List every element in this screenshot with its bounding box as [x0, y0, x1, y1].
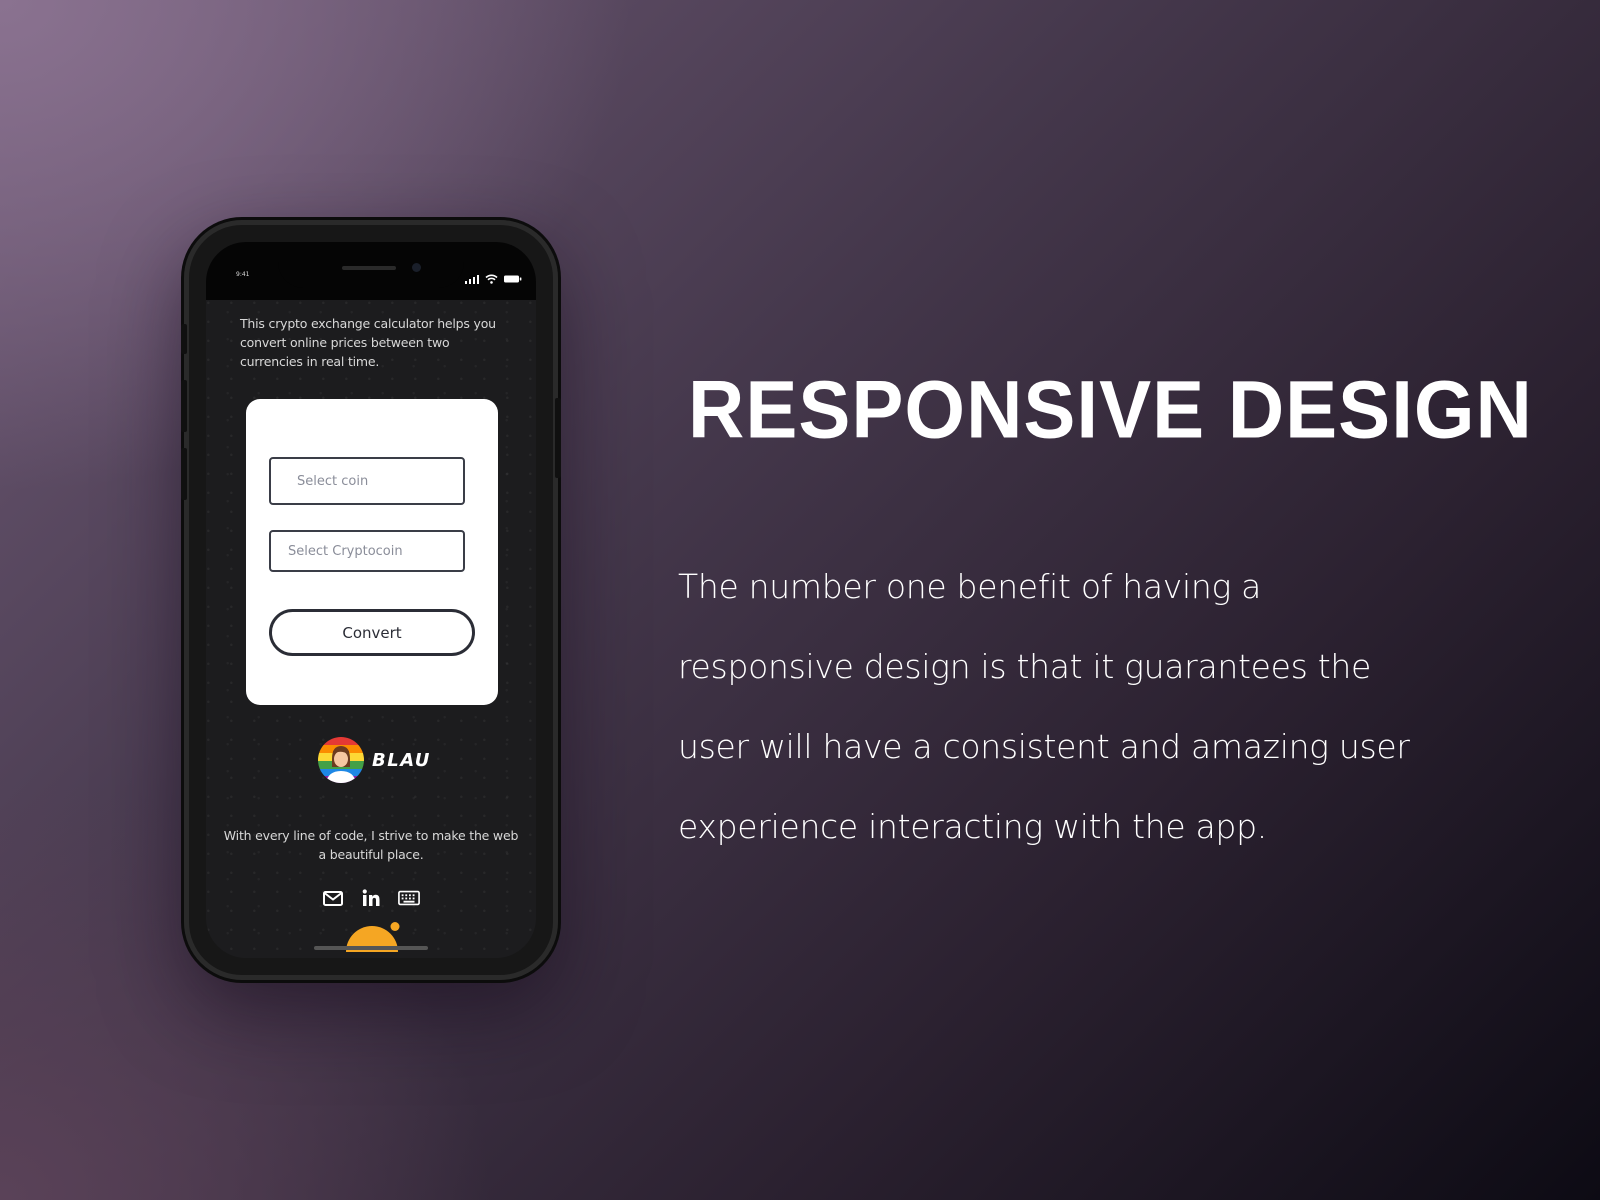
linkedin-icon[interactable]	[360, 888, 382, 908]
home-indicator	[314, 946, 428, 950]
mail-icon[interactable]	[322, 888, 344, 908]
signal-icon	[465, 274, 479, 284]
status-icons	[465, 274, 522, 284]
volume-up-button	[181, 380, 187, 432]
intro-text: This crypto exchange calculator helps yo…	[240, 316, 496, 369]
converter-card: Select coin Select Cryptocoin Convert	[246, 399, 498, 705]
convert-button[interactable]: Convert	[269, 609, 475, 656]
select-coin-field[interactable]: Select coin	[269, 457, 465, 505]
status-bar: 9:41	[206, 242, 536, 300]
volume-down-button	[181, 448, 187, 500]
battery-icon	[504, 275, 522, 283]
brand-logo[interactable]: BLAU	[318, 737, 431, 783]
phone-screen: 9:41 This crypto exchange calculator hel…	[206, 242, 536, 958]
notch	[278, 242, 464, 288]
speaker	[342, 266, 396, 270]
front-camera	[412, 263, 421, 272]
brand-name: BLAU	[372, 749, 431, 771]
headline: RESPONSIVE DESIGN	[688, 363, 1533, 456]
select-cryptocoin-field[interactable]: Select Cryptocoin	[269, 530, 465, 572]
avatar	[318, 737, 364, 783]
status-time: 9:41	[236, 271, 250, 278]
tagline: With every line of code, I strive to mak…	[223, 828, 519, 862]
power-button	[555, 398, 561, 478]
phone-mockup: 9:41 This crypto exchange calculator hel…	[181, 220, 561, 980]
keyboard-icon[interactable]	[398, 888, 420, 908]
body-text: The number one benefit of having a respo…	[678, 567, 1410, 846]
wifi-icon	[485, 274, 498, 284]
mute-switch	[181, 324, 187, 354]
social-links	[322, 888, 420, 908]
